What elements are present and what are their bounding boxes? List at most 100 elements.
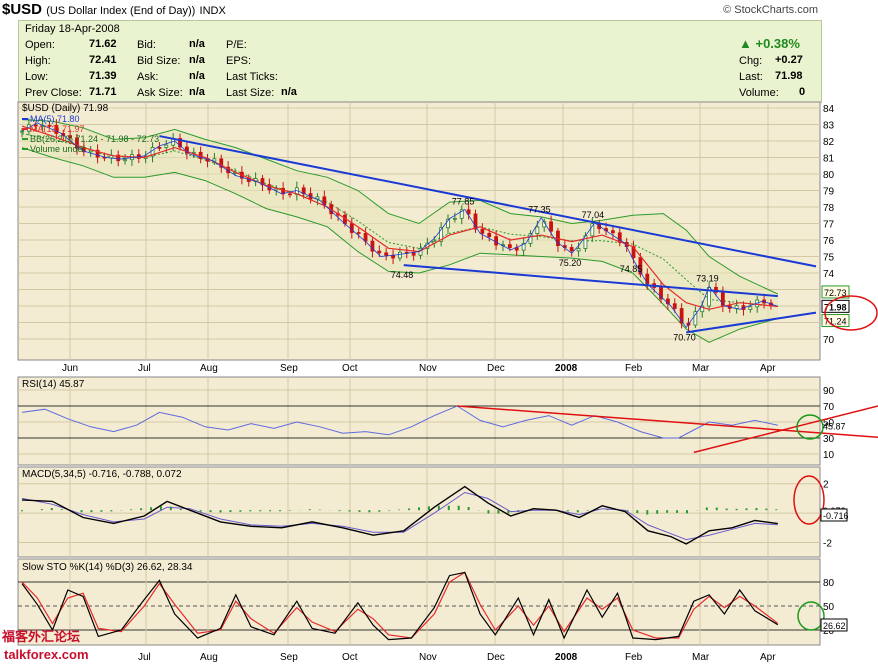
bollinger-upper-line — [21, 119, 779, 295]
bollinger-band-fill — [22, 119, 778, 343]
last-ticks-label: Last Ticks: — [226, 71, 278, 83]
candle-body — [562, 245, 567, 248]
candle-body — [349, 223, 354, 233]
price-annotation-label: 74.48 — [391, 270, 414, 280]
candle-body — [136, 154, 141, 159]
candle-body — [734, 305, 739, 309]
ask-value: n/a — [189, 70, 205, 82]
volume-label: Volume: — [739, 87, 779, 99]
macd-panel — [17, 466, 821, 558]
sto-panel — [17, 558, 821, 646]
candle-body — [205, 158, 210, 162]
price-annotation-label: 70.70 — [673, 332, 696, 342]
candle-body — [75, 137, 79, 149]
quote-panel: Friday 18-Apr-2008 Open: 71.62 High: 72.… — [18, 20, 822, 103]
watermark-site: talkforex.com — [4, 647, 89, 662]
candle-body — [514, 247, 519, 251]
candle-body — [494, 236, 499, 246]
candle-body — [253, 178, 258, 182]
candle-body — [741, 305, 746, 310]
price-annotation-label: 77.85 — [452, 196, 475, 206]
candle-body — [171, 138, 176, 146]
candle-body — [439, 227, 444, 242]
candle-body — [576, 248, 581, 252]
price-ytick-label: 71 — [823, 319, 835, 330]
candle-body — [411, 251, 416, 256]
candle-body — [315, 196, 320, 200]
rsi-panel — [17, 376, 821, 466]
open-value: 71.62 — [89, 38, 117, 50]
chart-title: $USD (US Dollar Index (End of Day)) INDX — [2, 1, 226, 18]
candle-body — [473, 213, 478, 230]
candle-body — [281, 187, 286, 195]
candle-body — [185, 146, 189, 154]
price-right-label: 71.24 — [824, 317, 847, 327]
candle-body — [507, 244, 512, 249]
sto-ytick-label: 50 — [823, 602, 835, 613]
price-ytick-label: 80 — [823, 170, 835, 181]
last-size-label: Last Size: — [226, 87, 275, 99]
candle-body — [748, 306, 753, 310]
index-name: (US Dollar Index (End of Day)) — [46, 5, 196, 17]
price-right-label: 71.98 — [824, 302, 847, 312]
candle-body — [26, 124, 31, 132]
candle-body — [480, 228, 485, 234]
symbol: $USD — [2, 1, 43, 18]
bid-size-label: Bid Size: — [137, 55, 181, 67]
sto-right-label-box — [820, 618, 848, 632]
candle-body — [446, 218, 450, 229]
price-ytick-label: 79 — [823, 187, 835, 198]
candle-body — [617, 232, 622, 243]
candle-body — [356, 232, 361, 234]
candle-body — [301, 187, 306, 195]
month-label: Sep — [280, 363, 298, 374]
month-label: Oct — [342, 652, 358, 663]
price-right-label-box — [821, 299, 850, 313]
candle-body — [40, 124, 45, 127]
price-ytick-label: 75 — [823, 253, 835, 264]
candle-body — [377, 250, 382, 254]
candle-body — [727, 305, 732, 309]
candle-body — [679, 308, 684, 324]
month-label: Feb — [625, 363, 643, 374]
legend-entry: MA(5) 71.80 — [30, 114, 80, 124]
candle-body — [466, 209, 471, 215]
highlight-ellipse-sto — [797, 601, 825, 631]
candle-body — [391, 254, 395, 259]
month-label: Mar — [692, 652, 710, 663]
candle-body — [755, 299, 760, 308]
open-label: Open: — [25, 39, 55, 51]
highlight-ellipse-rsi — [796, 414, 824, 440]
candle-body — [143, 155, 148, 159]
rsi-ytick-label: 30 — [823, 434, 835, 445]
high-label: High: — [25, 55, 51, 67]
candle-body — [343, 214, 347, 224]
price-ytick-label: 81 — [823, 154, 835, 165]
quote-date: Friday 18-Apr-2008 — [25, 23, 120, 35]
candle-body — [219, 158, 224, 168]
sto-k-line — [21, 571, 779, 641]
candle-body — [384, 252, 389, 256]
price-annotation-label: 74.85 — [620, 264, 643, 274]
exchange: INDX — [199, 5, 226, 17]
ask-size-label: Ask Size: — [137, 87, 183, 99]
candle-body — [569, 247, 574, 252]
candle-body — [720, 291, 725, 307]
price-ytick-label: 78 — [823, 203, 835, 214]
month-label: Apr — [760, 652, 776, 663]
bid-label: Bid: — [137, 39, 156, 51]
candle-body — [260, 178, 265, 186]
candle-body — [95, 149, 100, 158]
candle-body — [638, 257, 643, 275]
candle-body — [659, 287, 663, 300]
candle-body — [645, 273, 650, 285]
low-value: 71.39 — [89, 70, 117, 82]
trendline — [686, 311, 817, 334]
macd-ytick-label: 2 — [823, 480, 829, 491]
month-label: Jul — [138, 363, 151, 374]
price-annotation-label: 73.19 — [696, 273, 719, 283]
price-ytick-label: 70 — [823, 335, 835, 346]
candle-body — [404, 251, 409, 254]
month-label: Aug — [200, 363, 218, 374]
candle-body — [432, 240, 437, 244]
